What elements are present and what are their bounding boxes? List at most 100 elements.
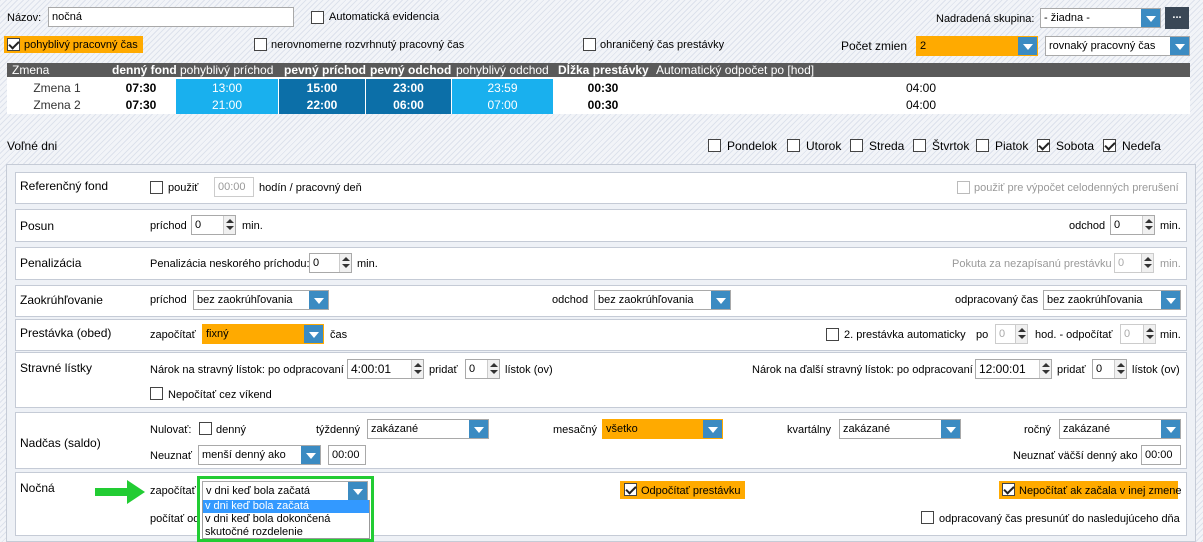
night-option-1[interactable]: v dni keď bola začatá	[203, 500, 369, 513]
spinner-icon[interactable]	[1015, 325, 1027, 343]
day-checkbox-fri[interactable]	[976, 139, 989, 152]
day-checkbox-tue[interactable]	[787, 139, 800, 152]
meal-add-stepper[interactable]: 0	[465, 359, 500, 379]
overtime-ignore-more-label: Neuznať väčší denný ako	[1013, 450, 1138, 462]
chevron-down-icon[interactable]	[1161, 420, 1180, 438]
table-row-1-fixed-out[interactable]: 23:00	[366, 79, 451, 97]
chevron-down-icon[interactable]	[1018, 37, 1037, 55]
spinner-icon[interactable]	[411, 360, 423, 378]
day-checkbox-thu[interactable]	[913, 139, 926, 152]
lunch-deduct-stepper[interactable]: 0	[1120, 324, 1156, 344]
rounding-worked-select[interactable]: bez zaokrúhľovania	[1043, 290, 1181, 310]
chevron-down-icon[interactable]	[1141, 9, 1160, 27]
meal-claim2-label: Nárok na ďalší stravný lístok: po odprac…	[752, 364, 973, 376]
night-option-2[interactable]: v dni keď bola dokončená	[203, 513, 369, 526]
rounding-departure-select[interactable]: bez zaokrúhľovania	[594, 290, 731, 310]
shift-count-select[interactable]: 2	[916, 36, 1038, 56]
table-row-1-fund[interactable]: 07:30	[107, 79, 175, 97]
overtime-ignore-more-time-input[interactable]: 00:00	[1141, 445, 1181, 465]
spinner-icon[interactable]	[339, 254, 351, 272]
table-row-1-break[interactable]: 00:30	[554, 79, 652, 97]
penalty-fine-stepper[interactable]: 0	[1114, 253, 1154, 273]
chevron-down-icon[interactable]	[304, 325, 323, 343]
day-checkbox-sun[interactable]	[1103, 139, 1116, 152]
meal-weekend-checkbox[interactable]	[150, 387, 163, 400]
penalty-late-value: 0	[313, 257, 320, 269]
meal-claim-stepper[interactable]: 4:00:01	[347, 359, 424, 379]
spinner-icon[interactable]	[1114, 360, 1126, 378]
overtime-yearly-select[interactable]: zakázané	[1059, 419, 1181, 439]
chevron-down-icon[interactable]	[301, 446, 320, 464]
day-checkbox-mon[interactable]	[708, 139, 721, 152]
chevron-down-icon[interactable]	[711, 291, 730, 309]
name-input[interactable]: nočná	[48, 7, 294, 27]
table-row-2-break[interactable]: 00:30	[554, 96, 652, 114]
rounding-arrival-select[interactable]: bez zaokrúhľovania	[193, 290, 329, 310]
table-row-2-auto[interactable]: 04:00	[653, 96, 1189, 114]
day-checkbox-wed[interactable]	[850, 139, 863, 152]
shift-arrival-stepper[interactable]: 0	[191, 215, 236, 235]
meal-tickets2-label: lístok (ov)	[1132, 364, 1180, 376]
lunch-after-stepper[interactable]: 0	[995, 324, 1028, 344]
uneven-label: nerovnomerne rozvrhnutý pracovný čas	[271, 39, 465, 51]
overtime-quarterly-label: kvartálny	[787, 424, 832, 436]
night-moved-checkbox[interactable]	[921, 511, 934, 524]
overtime-weekly-value: zakázané	[371, 423, 419, 435]
chevron-down-icon[interactable]	[469, 420, 488, 438]
night-deduct-break-checkbox[interactable]	[624, 483, 637, 496]
lunch-second-checkbox[interactable]	[826, 328, 839, 341]
overtime-weekly-select[interactable]: zakázané	[367, 419, 489, 439]
spinner-icon[interactable]	[1141, 254, 1153, 272]
day-checkbox-sat[interactable]	[1037, 139, 1050, 152]
spinner-icon[interactable]	[1039, 360, 1051, 378]
chevron-down-icon[interactable]	[1170, 37, 1189, 55]
table-row-2-flex-in[interactable]: 21:00	[176, 96, 278, 114]
table-row-2-name[interactable]: Zmena 2	[7, 96, 107, 114]
spinner-icon[interactable]	[1143, 325, 1155, 343]
spinner-icon[interactable]	[487, 360, 499, 378]
table-row-1-name[interactable]: Zmena 1	[7, 79, 107, 97]
ref-use-for-checkbox[interactable]	[957, 181, 970, 194]
chevron-down-icon[interactable]	[1161, 291, 1180, 309]
table-row-2-flex-out[interactable]: 07:00	[452, 96, 553, 114]
table-row-1-auto[interactable]: 04:00	[653, 79, 1189, 97]
meal-claim2-stepper[interactable]: 12:00:01	[975, 359, 1052, 379]
overtime-monthly-select[interactable]: všetko	[602, 419, 723, 439]
shift-arrival-label: príchod	[150, 220, 187, 232]
table-row-1-flex-in[interactable]: 13:00	[176, 79, 278, 97]
chevron-down-icon[interactable]	[941, 420, 960, 438]
ref-time-input[interactable]: 00:00	[214, 177, 254, 197]
lunch-count-select[interactable]: fixný	[202, 324, 324, 344]
table-row-2-fixed-out[interactable]: 06:00	[366, 96, 451, 114]
more-button[interactable]: ...	[1165, 7, 1189, 29]
table-row-2-fixed-in[interactable]: 22:00	[279, 96, 365, 114]
uneven-checkbox[interactable]	[254, 38, 267, 51]
chevron-down-icon[interactable]	[348, 482, 367, 500]
shift-departure-stepper[interactable]: 0	[1110, 215, 1155, 235]
limited-break-checkbox[interactable]	[583, 38, 596, 51]
auto-evidence-checkbox[interactable]	[311, 11, 324, 24]
penalty-late-stepper[interactable]: 0	[309, 253, 352, 273]
overtime-ignore-time-input[interactable]: 00:00	[328, 445, 366, 465]
shift-mode-select[interactable]: rovnaký pracovný čas	[1045, 36, 1190, 56]
lunch-count-label: započítať	[150, 329, 196, 341]
meal-add2-stepper[interactable]: 0	[1092, 359, 1127, 379]
table-row-1-flex-out[interactable]: 23:59	[452, 79, 553, 97]
overtime-ignore-select[interactable]: menší denný ako	[198, 445, 321, 465]
spinner-icon[interactable]	[1142, 216, 1154, 234]
spinner-icon[interactable]	[223, 216, 235, 234]
night-count-select[interactable]: v dni keď bola začatá	[202, 481, 368, 501]
night-option-3[interactable]: skutočné rozdelenie	[203, 526, 369, 539]
night-no-count-checkbox[interactable]	[1002, 483, 1015, 496]
overtime-quarterly-select[interactable]: zakázané	[839, 419, 961, 439]
parent-group-select[interactable]: - žiadna -	[1040, 8, 1161, 28]
free-days-label: Voľné dni	[7, 139, 58, 153]
table-row-2-fund[interactable]: 07:30	[107, 96, 175, 114]
table-row-1-fixed-in[interactable]: 15:00	[279, 79, 365, 97]
chevron-down-icon[interactable]	[309, 291, 328, 309]
flex-checkbox[interactable]	[7, 38, 20, 51]
chevron-down-icon[interactable]	[703, 420, 722, 438]
ref-use-checkbox[interactable]	[150, 181, 163, 194]
overtime-daily-checkbox[interactable]	[199, 422, 212, 435]
night-deduct-break-label: Odpočítať prestávku	[641, 485, 741, 497]
